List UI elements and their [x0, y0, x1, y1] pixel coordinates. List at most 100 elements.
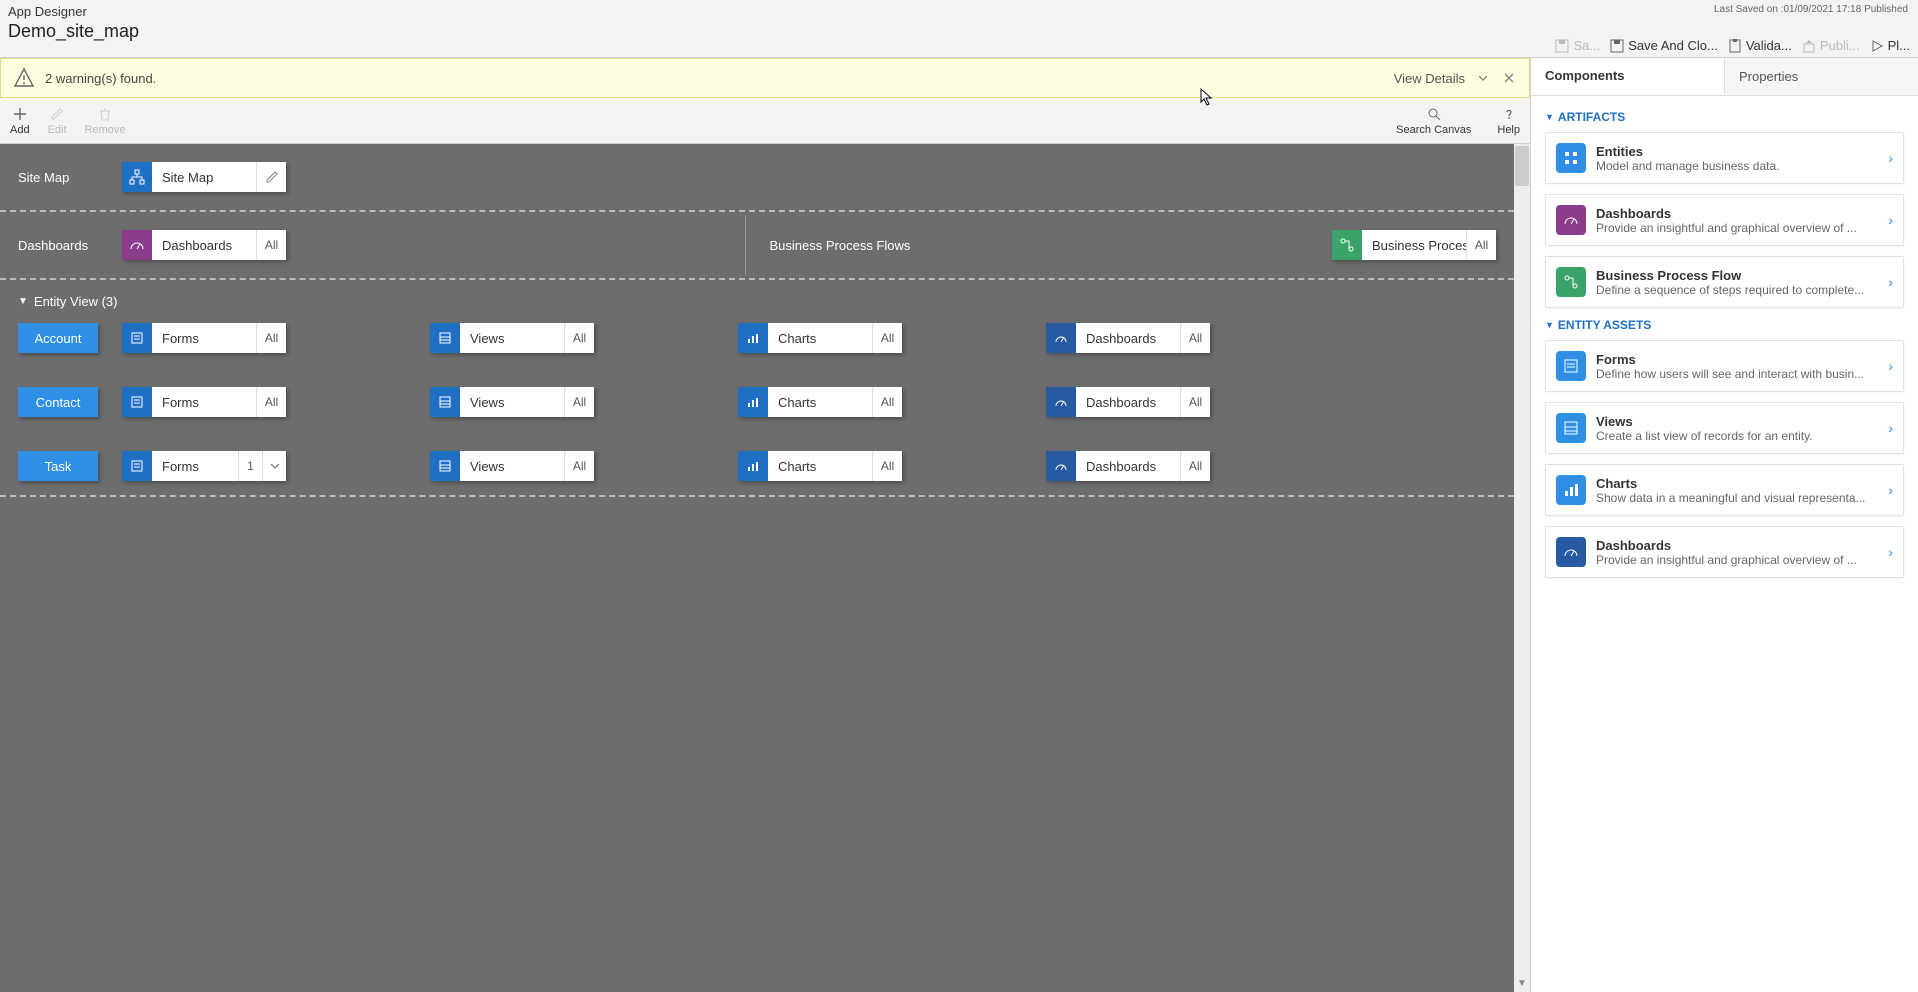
- grid-icon: [1556, 143, 1586, 173]
- help-button[interactable]: Help: [1497, 106, 1520, 136]
- app-title: App Designer: [8, 4, 139, 19]
- contact-charts-tile[interactable]: Charts All: [738, 387, 902, 417]
- chevron-right-icon: ›: [1888, 482, 1893, 498]
- entity-row-account: Account Forms All Views All: [18, 323, 1496, 353]
- account-charts-tile[interactable]: Charts All: [738, 323, 902, 353]
- chart-icon: [738, 451, 768, 481]
- add-button[interactable]: Add: [10, 106, 30, 136]
- publish-label: Publi...: [1820, 38, 1860, 53]
- entity-account-button[interactable]: Account: [18, 323, 98, 353]
- list-icon: [430, 323, 460, 353]
- account-forms-tile[interactable]: Forms All: [122, 323, 286, 353]
- task-dashboards-tile[interactable]: Dashboards All: [1046, 451, 1210, 481]
- play-label: Pl...: [1888, 38, 1910, 53]
- sitemap-edit-button[interactable]: [256, 162, 286, 192]
- pencil-icon: [49, 106, 65, 122]
- save-close-label: Save And Clo...: [1628, 38, 1718, 53]
- flow-icon: [1332, 230, 1362, 260]
- entity-assets-group-header[interactable]: ▼ ENTITY ASSETS: [1545, 318, 1904, 332]
- save-button[interactable]: Sa...: [1555, 38, 1600, 53]
- scrollbar-thumb[interactable]: [1515, 146, 1529, 186]
- gauge-icon: [1556, 205, 1586, 235]
- dashboards-section-label: Dashboards: [18, 238, 98, 253]
- play-icon: [1870, 39, 1884, 53]
- gauge-icon: [1046, 323, 1076, 353]
- entity-row-contact: Contact Forms All Views All: [18, 387, 1496, 417]
- validate-label: Valida...: [1746, 38, 1792, 53]
- close-icon[interactable]: [1501, 70, 1517, 86]
- dashboards-tile[interactable]: Dashboards All: [122, 230, 286, 260]
- list-icon: [430, 387, 460, 417]
- last-saved-label: Last Saved on :01/09/2021 17:18 Publishe…: [1714, 4, 1910, 15]
- card-views[interactable]: Views Create a list view of records for …: [1545, 402, 1904, 454]
- warning-bar: 2 warning(s) found. View Details: [0, 58, 1530, 98]
- task-forms-tile[interactable]: Forms 1: [122, 451, 286, 481]
- app-name: Demo_site_map: [8, 21, 139, 42]
- chevron-down-icon[interactable]: [1475, 70, 1491, 86]
- caret-down-icon: ▼: [1545, 112, 1554, 122]
- contact-dashboards-tile[interactable]: Dashboards All: [1046, 387, 1210, 417]
- trash-icon: [97, 106, 113, 122]
- task-views-tile[interactable]: Views All: [430, 451, 594, 481]
- card-dashboards-asset[interactable]: Dashboards Provide an insightful and gra…: [1545, 526, 1904, 578]
- canvas-toolbar: Add Edit Remove Search Canvas: [0, 98, 1530, 144]
- entity-task-button[interactable]: Task: [18, 451, 98, 481]
- card-entities[interactable]: Entities Model and manage business data.…: [1545, 132, 1904, 184]
- edit-button[interactable]: Edit: [48, 106, 67, 136]
- card-dashboards[interactable]: Dashboards Provide an insightful and gra…: [1545, 194, 1904, 246]
- entity-row-task: Task Forms 1 Views All: [18, 451, 1496, 481]
- artifacts-group-header[interactable]: ▼ ARTIFACTS: [1545, 110, 1904, 124]
- entity-view-toggle[interactable]: ▼ Entity View (3): [0, 280, 1514, 309]
- canvas-scrollbar[interactable]: ▼: [1514, 144, 1530, 992]
- view-details-link[interactable]: View Details: [1394, 71, 1465, 86]
- scroll-down-icon[interactable]: ▼: [1514, 976, 1530, 990]
- chevron-right-icon: ›: [1888, 544, 1893, 560]
- validate-button[interactable]: Valida...: [1728, 38, 1792, 53]
- gauge-icon: [1046, 451, 1076, 481]
- bpf-tile[interactable]: Business Proces... All: [1332, 230, 1496, 260]
- chevron-right-icon: ›: [1888, 420, 1893, 436]
- contact-views-tile[interactable]: Views All: [430, 387, 594, 417]
- chevron-down-icon[interactable]: [262, 451, 286, 481]
- task-charts-tile[interactable]: Charts All: [738, 451, 902, 481]
- contact-forms-tile[interactable]: Forms All: [122, 387, 286, 417]
- save-and-close-button[interactable]: Save And Clo...: [1610, 38, 1718, 53]
- entity-contact-button[interactable]: Contact: [18, 387, 98, 417]
- save-close-icon: [1610, 39, 1624, 53]
- play-button[interactable]: Pl...: [1870, 38, 1910, 53]
- warning-icon: [13, 67, 35, 89]
- chevron-right-icon: ›: [1888, 358, 1893, 374]
- tab-components[interactable]: Components: [1531, 58, 1725, 95]
- header-bar: App Designer Demo_site_map Last Saved on…: [0, 0, 1918, 58]
- card-charts[interactable]: Charts Show data in a meaningful and vis…: [1545, 464, 1904, 516]
- account-views-tile[interactable]: Views All: [430, 323, 594, 353]
- save-icon: [1555, 39, 1569, 53]
- entity-view-title: Entity View (3): [34, 294, 118, 309]
- validate-icon: [1728, 39, 1742, 53]
- chart-icon: [1556, 475, 1586, 505]
- sitemap-tile[interactable]: Site Map: [122, 162, 286, 192]
- chevron-right-icon: ›: [1888, 212, 1893, 228]
- card-bpf[interactable]: Business Process Flow Define a sequence …: [1545, 256, 1904, 308]
- task-forms-count: 1: [238, 451, 262, 481]
- sitemap-icon: [122, 162, 152, 192]
- form-icon: [122, 387, 152, 417]
- card-forms[interactable]: Forms Define how users will see and inte…: [1545, 340, 1904, 392]
- dashboards-tile-label: Dashboards: [152, 230, 256, 260]
- search-label: Search Canvas: [1396, 124, 1471, 136]
- caret-down-icon: ▼: [1545, 320, 1554, 330]
- remove-button[interactable]: Remove: [85, 106, 126, 136]
- warning-text: 2 warning(s) found.: [45, 71, 156, 86]
- tab-properties[interactable]: Properties: [1725, 58, 1918, 95]
- dashboards-all[interactable]: All: [256, 230, 286, 260]
- bpf-tile-label: Business Proces...: [1362, 230, 1466, 260]
- account-dashboards-tile[interactable]: Dashboards All: [1046, 323, 1210, 353]
- form-icon: [122, 323, 152, 353]
- bpf-all[interactable]: All: [1466, 230, 1496, 260]
- design-canvas[interactable]: Site Map Site Map Dashboards: [0, 144, 1514, 992]
- bpf-section-label: Business Process Flows: [770, 238, 911, 253]
- help-label: Help: [1497, 124, 1520, 136]
- publish-button[interactable]: Publi...: [1802, 38, 1860, 53]
- chart-icon: [738, 323, 768, 353]
- search-canvas-button[interactable]: Search Canvas: [1396, 106, 1471, 136]
